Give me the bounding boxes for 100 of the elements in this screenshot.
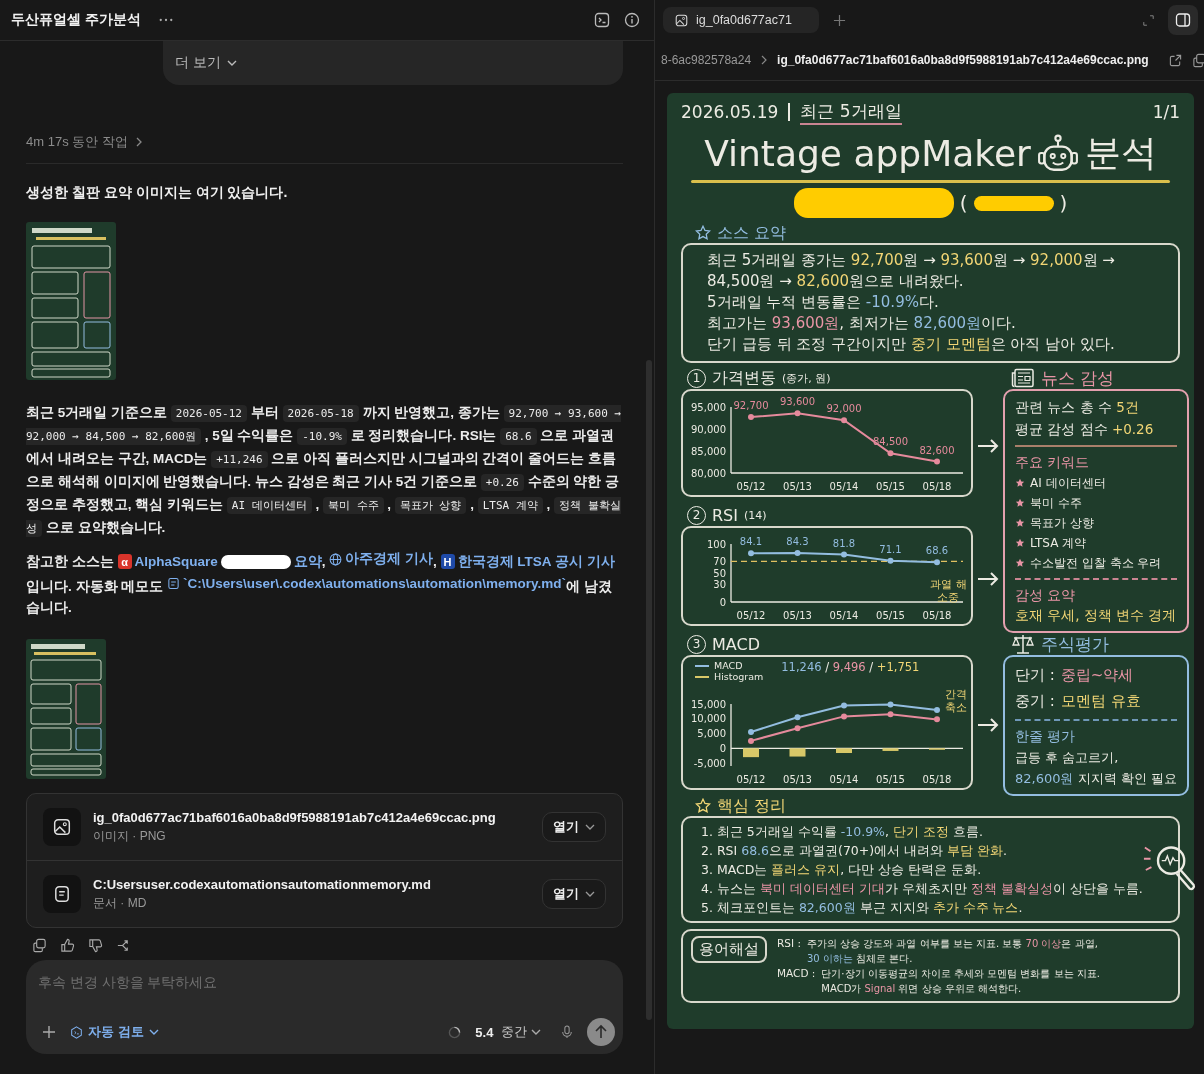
- source-link[interactable]: α AlphaSquare 요약: [117, 550, 322, 573]
- scale-icon: [1011, 633, 1035, 655]
- chart-subtitle: (14): [744, 508, 767, 522]
- glossary-text: MACD가 Signal 위면 상승 우위로 해석한다.: [821, 982, 1023, 996]
- subsection-title: 주요 키워드: [1015, 453, 1091, 472]
- histogram-bar: [836, 748, 852, 753]
- info-icon[interactable]: [624, 12, 640, 28]
- board-title: Vintage appMaker: [704, 133, 1031, 174]
- glossary-term: RSI :: [777, 936, 801, 951]
- more-icon[interactable]: [158, 18, 173, 22]
- copy-icon[interactable]: [1191, 52, 1204, 68]
- glossary-term: MACD :: [777, 966, 816, 981]
- file-path: ig_0fa0d677ac71baf6016a0ba8d9f5988191ab7c412a4e69ccac.png: [777, 53, 1149, 67]
- axis-label: 05/13: [783, 774, 812, 785]
- arrow-icon: [976, 570, 1000, 587]
- source-link[interactable]: H 한국경제 LTSA 공시 기사: [440, 550, 615, 573]
- expand-icon[interactable]: [1143, 14, 1154, 26]
- star-icon: [695, 225, 711, 241]
- file-name: C:Usersuser.codexautomationsautomationmemory.md: [93, 876, 432, 892]
- hexagon-terminal-icon: [70, 1025, 83, 1039]
- glossary-label: 용어해설: [691, 936, 767, 963]
- sidebar-toggle-icon[interactable]: [1168, 5, 1198, 35]
- microphone-icon[interactable]: [561, 1025, 573, 1039]
- image-file-icon: [43, 808, 81, 846]
- axis-label: 0: [719, 742, 726, 754]
- key-point: 3. MACD는 플러스 유지, 다만 상승 탄력은 둔화.: [701, 861, 983, 879]
- rating-value: 중립~약세: [1060, 665, 1134, 686]
- logo-icon: α: [117, 554, 132, 569]
- source-link[interactable]: 아주경제 기사: [329, 548, 434, 570]
- summary-line: 최근 5거래일 종가는 92,700원 → 93,600원 → 92,000원 →: [707, 250, 1116, 271]
- bracket-text: ): [1059, 191, 1068, 215]
- summary-line: 단기 급등 뒤 조정 구간이지만 중기 모멘텀은 아직 남아 있다.: [707, 334, 1116, 355]
- section-title: 주식평가: [1041, 632, 1109, 656]
- chart-note: 간격 축소: [943, 688, 968, 714]
- y-axis: [730, 406, 732, 474]
- section-title: 소스 요약: [717, 222, 787, 244]
- data-point: [794, 550, 801, 557]
- keyword: 수소발전 입찰 축소 우려: [1030, 555, 1162, 572]
- copy-icon[interactable]: [32, 938, 47, 953]
- data-label: 92,700: [733, 400, 769, 412]
- conversation-title: 두산퓨얼셀 주가분석: [11, 11, 141, 29]
- open-button[interactable]: 열기: [542, 879, 606, 909]
- page-number: 1/1: [1152, 102, 1180, 122]
- sentiment-summary: 호재 우세, 정책 변수 경계: [1015, 607, 1177, 625]
- rating-label: 중기 :: [1015, 691, 1055, 712]
- chevron-right-icon: [761, 55, 768, 65]
- thumbs-down-icon[interactable]: [88, 938, 103, 953]
- rating-value: 모멘텀 유효: [1060, 691, 1141, 712]
- axis-label: 05/14: [829, 774, 859, 785]
- data-point: [841, 417, 847, 424]
- data-point: [794, 410, 801, 417]
- axis-label: 05/13: [783, 610, 812, 621]
- thumbs-up-icon[interactable]: [60, 938, 75, 953]
- news-stat: 관련 뉴스 총 수 5건: [1015, 398, 1140, 417]
- axis-label: 30: [713, 579, 726, 591]
- file-type: 이미지 · PNG: [93, 827, 167, 845]
- axis-label: 10,000: [691, 713, 726, 725]
- add-icon[interactable]: [42, 1025, 56, 1039]
- keyword: 북미 수주: [1030, 495, 1082, 512]
- file-type: 문서 · MD: [93, 894, 148, 912]
- axis-label: 05/12: [736, 774, 766, 785]
- data-point: [887, 557, 894, 564]
- board-date: 2026.05.19: [681, 102, 779, 122]
- send-button[interactable]: [587, 1018, 615, 1046]
- add-tab-icon[interactable]: [833, 13, 846, 27]
- message-text: 생성한 칠판 요약 이미지는 여기 있습니다.: [26, 184, 288, 202]
- arrow-icon: [976, 437, 1000, 454]
- rating-label: 단기 :: [1015, 665, 1055, 686]
- review-mode-button[interactable]: 자동 검토: [70, 1023, 159, 1041]
- keyword: AI 데이터센터: [1030, 475, 1106, 492]
- summary-line: 84,500원 → 82,600원으로 내려왔다.: [707, 271, 965, 292]
- key-point: 1. 최근 5거래일 수익률 -10.9%, 단기 조정 흐름.: [701, 823, 984, 841]
- file-name: ig_0fa0d677ac71baf6016a0ba8d9f5988191ab7c412a4e69ccac.png: [93, 809, 497, 825]
- show-more-button[interactable]: 더 보기: [175, 54, 237, 72]
- axis-label: 95,000: [691, 401, 726, 413]
- terminal-icon[interactable]: [594, 12, 610, 28]
- file-tab[interactable]: ig_0fa0d677ac71: [663, 7, 819, 33]
- fork-icon[interactable]: [116, 938, 131, 953]
- axis-label: 70: [713, 555, 726, 567]
- message-field[interactable]: 후속 변경 사항을 부탁하세요 자동 검토 5.4 중간: [26, 960, 623, 1054]
- keyword: 목표가 상향: [1030, 515, 1094, 532]
- source-link[interactable]: `C:\Users\user\.codex\automations\automation\memory.md`: [167, 572, 567, 595]
- glossary-text: 30 이하는 침체로 본다.: [806, 952, 914, 966]
- axis-label: 85,000: [691, 445, 726, 457]
- section-title: 뉴스 감성: [1041, 366, 1115, 390]
- chevron-down-icon: [226, 60, 237, 66]
- open-button[interactable]: 열기: [542, 812, 606, 842]
- axis-label: 05/13: [783, 481, 812, 492]
- work-time-toggle[interactable]: 4m 17s 동안 작업: [26, 133, 142, 151]
- legend-item: Histogram: [695, 671, 764, 682]
- star-icon: [1015, 498, 1025, 508]
- star-icon: [1015, 518, 1025, 528]
- board-title: 분석: [1084, 131, 1157, 175]
- logo-icon: H: [440, 554, 455, 569]
- model-selector[interactable]: 5.4 중간: [475, 1023, 541, 1041]
- external-link-icon[interactable]: [1168, 53, 1182, 67]
- message-text: 참고한 소스는 α AlphaSquare 요약, 아주경제 기사, H 한국경제 LTSA 공시 기사 입니다. 자동화 메모도 `C:\Users\user\.codex\automations\automation\memory.md`에 남겼습니다.: [26, 548, 623, 619]
- data-label: 84.1: [739, 536, 763, 548]
- robot-icon: [1036, 133, 1079, 174]
- path-segment[interactable]: 8-6ac982578a24: [661, 53, 752, 67]
